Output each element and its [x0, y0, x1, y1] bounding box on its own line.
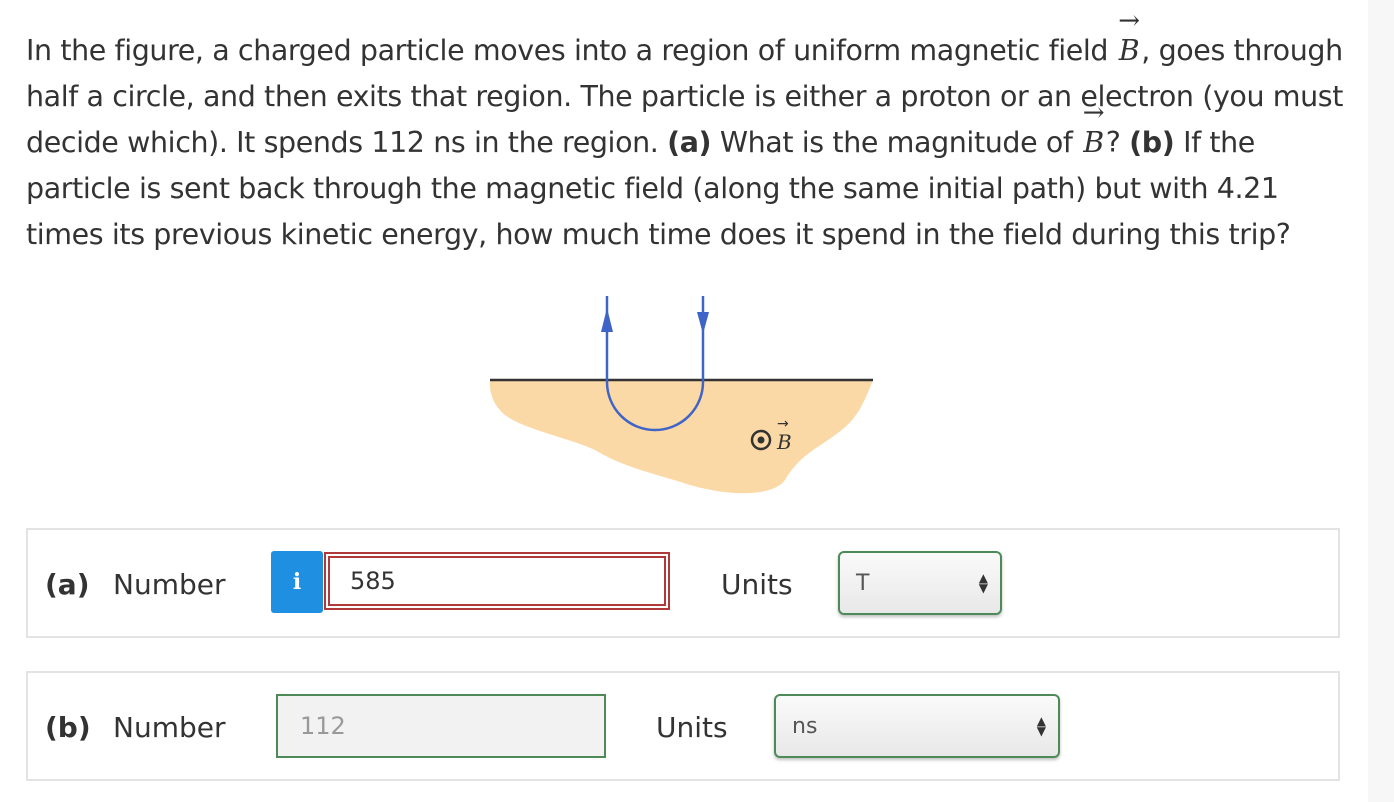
field-region	[489, 380, 873, 494]
units-select-b-value: ns	[792, 713, 818, 739]
question-part-3: What is the magnitude of	[711, 126, 1082, 159]
question-text: In the figure, a charged particle moves …	[26, 28, 1356, 258]
field-label-arrow: →	[777, 416, 789, 432]
field-label: B	[776, 430, 792, 454]
units-select-b[interactable]: ns ▲ ▼	[774, 694, 1060, 758]
up-arrow-icon	[601, 308, 613, 332]
answer-row-b: (b) Number 112 Units ns ▲ ▼	[26, 671, 1340, 781]
question-part-1: In the figure, a charged particle moves …	[26, 34, 1117, 67]
answer-a-input[interactable]: 585	[324, 552, 670, 610]
select-arrows-icon: ▲ ▼	[1036, 714, 1046, 738]
answer-b-input[interactable]: 112	[276, 694, 606, 758]
question-label-b: (b)	[1129, 126, 1175, 159]
question-part-4: ?	[1105, 126, 1130, 159]
units-label-a: Units	[721, 568, 793, 601]
number-label-a: Number	[113, 568, 226, 601]
number-label-b: Number	[113, 711, 226, 744]
answer-row-a: (a) Number i 585 Units T ▲ ▼	[26, 528, 1340, 638]
question-label-a: (a)	[667, 126, 712, 159]
select-arrows-icon: ▲ ▼	[978, 571, 988, 595]
part-a-label: (a)	[45, 568, 90, 601]
magnetic-field-figure: B →	[489, 296, 873, 494]
units-select-a[interactable]: T ▲ ▼	[838, 551, 1002, 615]
scrollbar-track[interactable]	[1368, 0, 1394, 802]
b-vector-symbol-2: B	[1081, 120, 1106, 166]
b-vector-symbol: B	[1117, 28, 1142, 74]
info-icon[interactable]: i	[271, 551, 323, 613]
down-arrow-icon	[697, 312, 709, 334]
units-label-b: Units	[656, 711, 728, 744]
part-b-label: (b)	[45, 711, 91, 744]
units-select-a-value: T	[856, 570, 870, 596]
